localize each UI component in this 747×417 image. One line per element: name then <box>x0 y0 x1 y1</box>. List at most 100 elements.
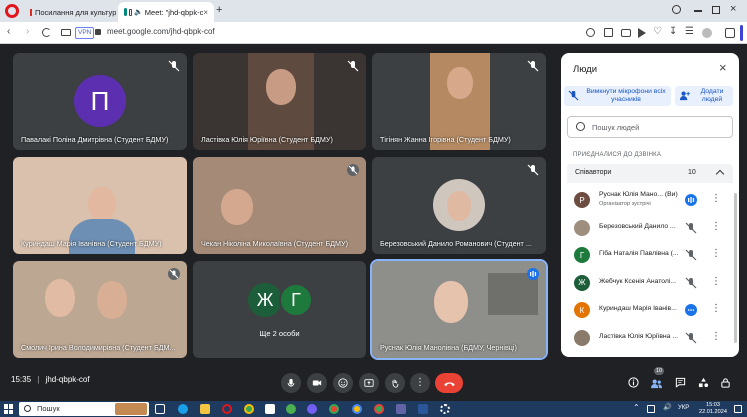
participant-tile[interactable]: Смолич Ірина Володимирівна (Студент БДМ.… <box>13 261 187 358</box>
chrome-icon[interactable] <box>244 404 254 414</box>
video-thumb <box>433 179 485 231</box>
participant-tile[interactable]: Ластівка Юлія Юріївна (Студент БДМУ) <box>193 53 366 150</box>
sidebar-toggle-icon[interactable] <box>725 28 735 38</box>
search-tabs-icon[interactable] <box>672 5 681 14</box>
chrome-icon[interactable] <box>352 404 362 414</box>
clock[interactable]: 15:03 22.01.2024 <box>696 402 730 416</box>
network-icon[interactable] <box>647 405 655 413</box>
windows-start-icon[interactable] <box>4 404 14 414</box>
scrollbar[interactable] <box>734 193 737 343</box>
participant-row[interactable]: Березовський Данило ... ⋮ <box>561 215 739 241</box>
speaking-indicator-icon <box>527 268 539 280</box>
camera-icon[interactable] <box>61 29 71 36</box>
viber-icon[interactable] <box>307 404 317 414</box>
url-input[interactable]: meet.google.com/jhd-qbpk-cof <box>107 27 215 36</box>
document-icon[interactable] <box>265 404 275 414</box>
participant-name: Руснак Юлія Манолівна (БДМУ, Чернівці) <box>380 343 517 352</box>
volume-icon[interactable]: 🔊 <box>663 403 672 411</box>
vpn-badge[interactable]: VPN <box>75 27 95 39</box>
more-options-icon[interactable]: ⋮ <box>711 276 721 288</box>
more-options-icon[interactable]: ⋮ <box>711 303 721 315</box>
participant-row[interactable]: Р Руснак Юлія Мано... (Ви) Організатор зус… <box>561 187 739 213</box>
search-icon[interactable] <box>586 28 595 37</box>
clock-time: 15:03 <box>706 402 720 408</box>
participant-tile[interactable]: Березовський Данило Романович (Студент .… <box>372 157 546 254</box>
tab-culture-links[interactable]: Посилання для культур <box>24 2 116 22</box>
chat-icon[interactable] <box>675 377 686 388</box>
edge-icon[interactable] <box>178 404 188 414</box>
word-icon[interactable] <box>418 404 428 414</box>
contributors-group-header[interactable]: Співавтори 10 <box>567 164 733 183</box>
app-icon[interactable] <box>286 404 296 414</box>
more-participants-label: Ще 2 особи <box>259 329 300 338</box>
microphone-button[interactable] <box>281 373 301 393</box>
opera-logo-icon[interactable] <box>5 4 19 18</box>
add-people-button[interactable]: Додати людей <box>675 86 733 106</box>
notifications-icon[interactable] <box>734 405 742 413</box>
input-language[interactable]: УКР <box>678 405 689 411</box>
more-options-icon[interactable]: ⋮ <box>711 221 721 233</box>
participant-tile[interactable]: Тігінян Жанна Ігорівна (Студент БДМУ) <box>372 53 546 150</box>
avatar: Ж <box>248 283 282 317</box>
chrome-icon[interactable] <box>329 404 339 414</box>
chevron-up-icon[interactable] <box>715 169 725 179</box>
speaker-icon[interactable]: 🔈 <box>134 8 143 16</box>
search-people-field[interactable]: Пошук людей <box>567 116 733 138</box>
tab-meet[interactable]: 🔈 Meet: "jhd-qbpk-c × <box>118 2 214 22</box>
reload-icon[interactable] <box>42 28 51 37</box>
raise-hand-button[interactable] <box>385 373 405 393</box>
more-options-icon[interactable]: ⋮ <box>711 248 721 260</box>
video-face <box>434 281 468 323</box>
participant-tile[interactable]: Куриндаш Марія Іванівна (Студент БДМУ) <box>13 157 187 254</box>
leave-call-button[interactable] <box>435 373 463 393</box>
search-input[interactable]: Пошук людей <box>592 123 639 132</box>
participant-tile-active[interactable]: Руснак Юлія Манолівна (БДМУ, Чернівці) <box>370 259 548 360</box>
activities-icon[interactable] <box>698 377 709 388</box>
play-icon[interactable] <box>638 28 646 38</box>
mic-off-icon <box>527 60 539 72</box>
file-explorer-icon[interactable] <box>200 404 210 414</box>
snapshot-icon[interactable] <box>621 29 631 37</box>
close-icon[interactable]: × <box>719 61 727 74</box>
download-icon[interactable]: ↧ <box>669 26 677 37</box>
chrome-icon[interactable] <box>374 404 384 414</box>
tab-close-icon[interactable]: × <box>203 8 208 17</box>
participant-row[interactable]: Г Гіба Наталія Павлівна (... ⋮ <box>561 242 739 268</box>
heart-icon[interactable]: ♡ <box>653 26 662 37</box>
people-button[interactable]: 10 <box>650 367 665 391</box>
mute-all-button[interactable]: Вимкнути мікрофони всіх учасників <box>564 86 671 106</box>
task-view-icon[interactable] <box>155 404 165 414</box>
host-controls-icon[interactable] <box>720 377 731 388</box>
camera-button[interactable] <box>307 373 327 393</box>
opera-taskbar-icon[interactable] <box>222 404 232 414</box>
maximize-button[interactable] <box>712 6 720 14</box>
avatar: Ж <box>574 274 590 291</box>
participant-tile[interactable]: П Павалакі Поліна Дмитрівна (Студент БДМ… <box>13 53 187 150</box>
present-button[interactable] <box>359 373 379 393</box>
participant-row[interactable]: Ж Жебчук Ксенія Анатолі... ⋮ <box>561 270 739 296</box>
participant-row[interactable]: К Куриндаш Марія Іванів... ⋮ <box>561 297 739 323</box>
taskbar-search-box[interactable]: Пошук <box>19 402 149 416</box>
menu-icon[interactable]: ☰ <box>685 26 694 37</box>
tray-chevron-icon[interactable]: ⌃ <box>633 403 640 412</box>
more-options-icon[interactable]: ⋮ <box>711 331 721 343</box>
new-tab-button[interactable]: + <box>216 5 222 16</box>
back-button[interactable]: ‹ <box>7 27 10 37</box>
info-icon[interactable] <box>628 377 639 388</box>
participant-tile[interactable]: Чекан Ніколіна Миколаївна (Студент БДМУ) <box>193 157 366 254</box>
more-options-icon[interactable]: ⋮ <box>711 193 721 205</box>
panel-title: Люди <box>573 64 598 75</box>
forward-button[interactable]: › <box>26 27 29 37</box>
reactions-button[interactable] <box>333 373 353 393</box>
participant-row[interactable]: Ластівка Юлія Юріївна ... ⋮ <box>561 325 739 351</box>
mic-off-icon <box>347 164 359 176</box>
tab-audio-icon[interactable] <box>128 8 133 16</box>
more-participants-tile[interactable]: Ж Г Ще 2 особи <box>193 261 366 358</box>
profile-icon[interactable] <box>702 28 712 38</box>
teams-icon[interactable] <box>396 404 406 414</box>
minimize-button[interactable] <box>694 10 702 12</box>
edit-icon[interactable] <box>604 28 613 37</box>
more-options-button[interactable]: ⋮ <box>410 373 430 393</box>
settings-icon[interactable] <box>440 404 450 414</box>
close-window-button[interactable]: × <box>730 3 736 15</box>
